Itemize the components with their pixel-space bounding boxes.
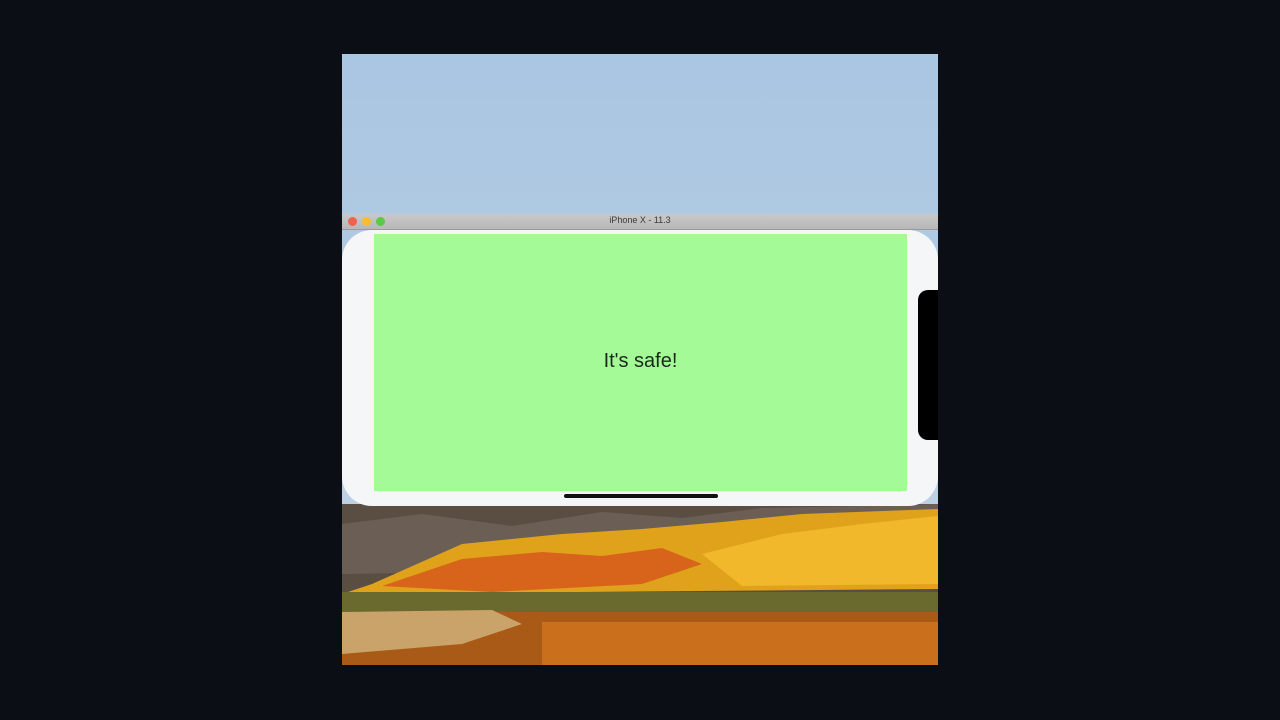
desktop-wallpaper: iPhone X - 11.3 It's safe! (342, 54, 938, 665)
wallpaper-landscape (342, 504, 938, 665)
home-indicator[interactable] (564, 494, 718, 498)
safe-message: It's safe! (603, 350, 678, 372)
stage: iPhone X - 11.3 It's safe! (0, 0, 1280, 720)
app-screen[interactable]: It's safe! (374, 234, 907, 491)
simulator-window: iPhone X - 11.3 It's safe! (342, 214, 938, 506)
window-title: iPhone X - 11.3 (609, 215, 671, 225)
device-notch (918, 290, 938, 440)
window-titlebar[interactable]: iPhone X - 11.3 (342, 214, 938, 230)
iphone-device-frame: It's safe! (342, 230, 938, 506)
